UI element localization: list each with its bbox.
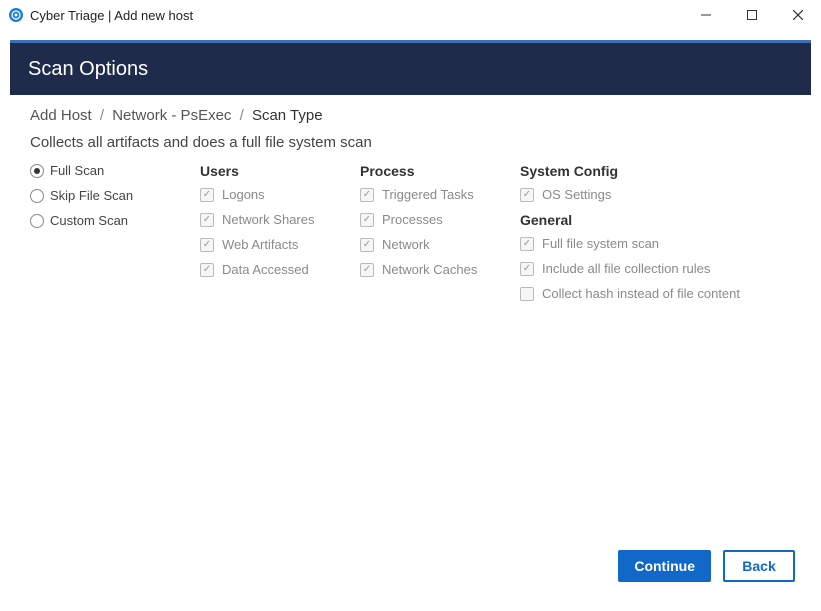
dialog-header: Scan Options: [10, 43, 811, 95]
checkbox-icon: [200, 213, 214, 227]
dialog-panel: Scan Options Add Host / Network - PsExec…: [10, 40, 811, 598]
options-row: Full Scan Skip File Scan Custom Scan Use…: [30, 163, 791, 311]
minimize-button[interactable]: [683, 0, 729, 30]
titlebar: Cyber Triage | Add new host: [0, 0, 821, 30]
checkbox-network: Network: [360, 237, 500, 252]
maximize-button[interactable]: [729, 0, 775, 30]
checkbox-icon: [520, 262, 534, 276]
checkbox-icon: [200, 263, 214, 277]
scan-type-radio-group: Full Scan Skip File Scan Custom Scan: [30, 163, 170, 311]
process-column: Process Triggered Tasks Processes Networ…: [360, 163, 500, 311]
page-title: Scan Options: [28, 58, 148, 81]
checkbox-os-settings: OS Settings: [520, 187, 750, 202]
checkbox-label: Data Accessed: [222, 262, 309, 277]
checkbox-triggered-tasks: Triggered Tasks: [360, 187, 500, 202]
radio-label: Custom Scan: [50, 213, 128, 228]
checkbox-icon: [360, 188, 374, 202]
checkbox-icon: [520, 188, 534, 202]
breadcrumb-separator: /: [100, 107, 104, 124]
breadcrumb-separator: /: [240, 107, 244, 124]
continue-button[interactable]: Continue: [618, 550, 711, 582]
checkbox-include-all-rules: Include all file collection rules: [520, 261, 750, 276]
checkbox-web-artifacts: Web Artifacts: [200, 237, 340, 252]
checkbox-icon: [200, 238, 214, 252]
radio-custom-scan[interactable]: Custom Scan: [30, 213, 170, 228]
checkbox-full-file-system-scan: Full file system scan: [520, 236, 750, 251]
checkbox-collect-hash: Collect hash instead of file content: [520, 286, 750, 301]
options-grid: Users Logons Network Shares Web Artifact…: [200, 163, 791, 311]
checkbox-network-shares: Network Shares: [200, 212, 340, 227]
checkbox-label: Logons: [222, 187, 265, 202]
checkbox-label: OS Settings: [542, 187, 611, 202]
users-column: Users Logons Network Shares Web Artifact…: [200, 163, 340, 311]
breadcrumb: Add Host / Network - PsExec / Scan Type: [30, 107, 791, 124]
checkbox-label: Full file system scan: [542, 236, 659, 251]
window-controls: [683, 0, 821, 30]
checkbox-icon: [360, 263, 374, 277]
general-heading: General: [520, 212, 750, 228]
radio-icon: [30, 214, 44, 228]
radio-label: Skip File Scan: [50, 188, 133, 203]
process-heading: Process: [360, 163, 500, 179]
checkbox-label: Network: [382, 237, 430, 252]
system-general-column: System Config OS Settings General Full f…: [520, 163, 750, 311]
checkbox-label: Include all file collection rules: [542, 261, 710, 276]
back-button[interactable]: Back: [723, 550, 795, 582]
checkbox-label: Network Caches: [382, 262, 477, 277]
checkbox-logons: Logons: [200, 187, 340, 202]
checkbox-icon: [360, 238, 374, 252]
breadcrumb-add-host[interactable]: Add Host: [30, 107, 92, 124]
users-heading: Users: [200, 163, 340, 179]
close-button[interactable]: [775, 0, 821, 30]
radio-icon: [30, 189, 44, 203]
checkbox-label: Processes: [382, 212, 443, 227]
content-area: Add Host / Network - PsExec / Scan Type …: [10, 95, 811, 311]
description-text: Collects all artifacts and does a full f…: [30, 134, 791, 151]
radio-icon: [30, 164, 44, 178]
checkbox-icon: [520, 287, 534, 301]
app-icon: [8, 7, 24, 23]
checkbox-processes: Processes: [360, 212, 500, 227]
radio-full-scan[interactable]: Full Scan: [30, 163, 170, 178]
checkbox-network-caches: Network Caches: [360, 262, 500, 277]
window-title: Cyber Triage | Add new host: [30, 8, 193, 23]
checkbox-icon: [520, 237, 534, 251]
checkbox-label: Triggered Tasks: [382, 187, 474, 202]
checkbox-label: Network Shares: [222, 212, 314, 227]
breadcrumb-scan-type: Scan Type: [252, 107, 323, 124]
radio-label: Full Scan: [50, 163, 104, 178]
checkbox-data-accessed: Data Accessed: [200, 262, 340, 277]
footer-buttons: Continue Back: [618, 550, 795, 582]
system-config-heading: System Config: [520, 163, 750, 179]
breadcrumb-network-psexec[interactable]: Network - PsExec: [112, 107, 231, 124]
radio-skip-file-scan[interactable]: Skip File Scan: [30, 188, 170, 203]
checkbox-label: Web Artifacts: [222, 237, 298, 252]
checkbox-icon: [360, 213, 374, 227]
checkbox-label: Collect hash instead of file content: [542, 286, 740, 301]
checkbox-icon: [200, 188, 214, 202]
